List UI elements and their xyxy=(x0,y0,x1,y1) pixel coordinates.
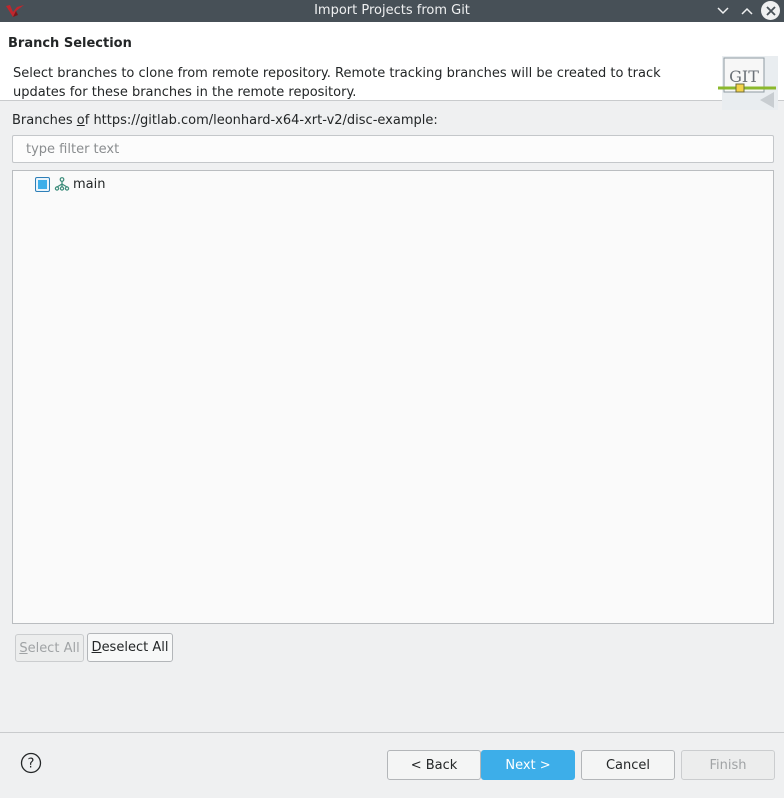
deselect-all-mnemonic: D xyxy=(91,640,102,655)
git-logo-icon: GIT xyxy=(718,56,778,110)
page-description: Select branches to clone from remote rep… xyxy=(13,66,661,100)
close-icon xyxy=(765,5,776,16)
chevron-up-icon xyxy=(741,7,753,15)
select-all-label: elect All xyxy=(27,640,80,656)
branches-label-mnemonic: o xyxy=(76,113,85,128)
branch-list[interactable]: main xyxy=(12,170,774,624)
help-glyph: ? xyxy=(28,757,35,772)
finish-button[interactable]: Finish xyxy=(681,750,775,780)
git-logo-text: GIT xyxy=(729,67,759,86)
close-button[interactable] xyxy=(761,1,780,20)
branch-item-main[interactable]: main xyxy=(35,173,105,195)
branches-label-url: f https://gitlab.com/leonhard-x64-xrt-v2… xyxy=(84,113,438,128)
deselect-all-button[interactable]: Deselect All xyxy=(87,633,173,662)
next-button[interactable]: Next > xyxy=(481,750,575,780)
maximize-button[interactable] xyxy=(738,2,756,20)
cancel-button[interactable]: Cancel xyxy=(581,750,675,780)
branch-name: main xyxy=(73,176,106,192)
chevron-down-icon xyxy=(717,7,729,15)
minimize-button[interactable] xyxy=(714,2,732,20)
branches-label: Branches of https://gitlab.com/leonhard-… xyxy=(12,113,438,128)
back-button[interactable]: < Back xyxy=(387,750,481,780)
checkbox-checked-mark xyxy=(38,179,47,189)
window-title: Import Projects from Git xyxy=(314,3,470,18)
branch-icon xyxy=(54,177,70,191)
deselect-all-label: eselect All xyxy=(101,640,169,655)
branches-label-pre: Branches xyxy=(12,113,77,128)
select-all-mnemonic: S xyxy=(19,640,28,656)
help-icon[interactable]: ? xyxy=(20,752,42,774)
select-all-button[interactable]: Select All xyxy=(15,634,84,662)
wizard-header: Branch Selection GIT Select branches to … xyxy=(0,22,784,110)
footer-divider xyxy=(0,732,784,733)
page-title: Branch Selection xyxy=(8,36,132,51)
filter-input[interactable] xyxy=(12,135,774,163)
branch-checkbox[interactable] xyxy=(35,176,50,192)
title-bar: Import Projects from Git xyxy=(0,0,784,22)
